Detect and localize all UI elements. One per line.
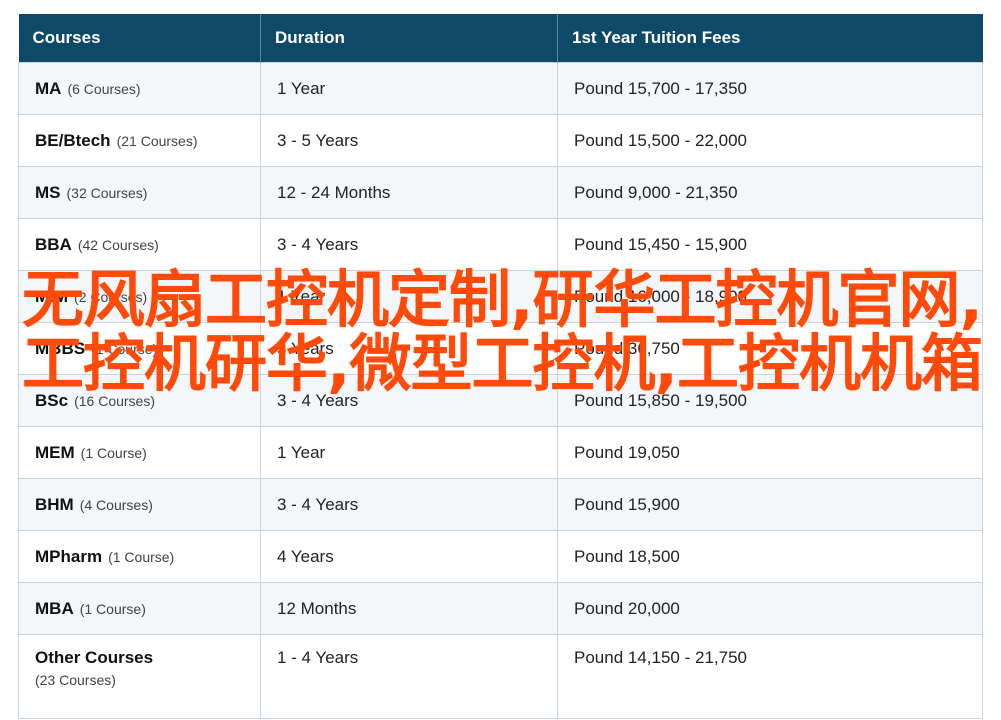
course-count: (21 Courses) (116, 132, 198, 149)
course-cell: BE/Btech (21 Courses) (18, 114, 261, 167)
course-cell: MS (32 Courses) (18, 166, 261, 219)
fees-cell: Pound 18,500 (557, 530, 983, 583)
table-row: MBA (1 Course) 12 Months Pound 20,000 (18, 582, 983, 635)
course-count: (1 Course) (108, 548, 175, 565)
table-header: Courses Duration 1st Year Tuition Fees (18, 14, 983, 63)
course-name: BHM (35, 494, 74, 514)
course-count: (4 Courses) (79, 496, 153, 513)
header-duration: Duration (260, 14, 558, 63)
course-count: (32 Courses) (66, 184, 148, 201)
table-row: BE/Btech (21 Courses) 3 - 5 Years Pound 15,… (18, 114, 983, 167)
duration-cell: 1 Year (260, 426, 558, 479)
course-count: (6 Courses) (67, 80, 141, 97)
fees-cell: Pound 15,500 - 22,000 (557, 114, 983, 167)
course-name: Other Courses (35, 648, 154, 667)
course-count: (23 Courses) (35, 672, 116, 688)
course-name: BE/Btech (35, 130, 111, 150)
table-row: Other Courses (23 Courses) 1 - 4 Years Poun… (18, 634, 983, 719)
course-cell: MPharm (1 Course) (18, 530, 261, 583)
course-count: (1 Course) (80, 444, 147, 461)
duration-cell: 3 - 5 Years (260, 114, 558, 167)
table-row: BHM (4 Courses) 3 - 4 Years Pound 15,900 (18, 478, 983, 531)
course-name: BBA (35, 234, 72, 254)
course-cell: MA (6 Courses) (18, 62, 261, 115)
header-fees: 1st Year Tuition Fees (557, 14, 983, 63)
duration-cell: 1 Year (260, 62, 558, 115)
table-row: MA (6 Courses) 1 Year Pound 15,700 - 17,350 (18, 62, 983, 115)
course-name: MBA (35, 598, 74, 618)
duration-cell: 3 - 4 Years (260, 478, 558, 531)
course-count: (1 Course) (79, 600, 146, 617)
header-courses: Courses (18, 14, 261, 63)
course-cell: BHM (4 Courses) (18, 478, 261, 531)
table-row: MPharm (1 Course) 4 Years Pound 18,500 (18, 530, 983, 583)
fees-cell: Pound 9,000 - 21,350 (557, 166, 983, 219)
fees-cell: Pound 15,700 - 17,350 (557, 62, 983, 115)
table-row: MEM (1 Course) 1 Year Pound 19,050 (18, 426, 983, 479)
course-count: (42 Courses) (77, 236, 159, 253)
fees-cell: Pound 14,150 - 21,750 (557, 634, 983, 719)
course-cell: MBA (1 Course) (18, 582, 261, 635)
course-cell: Other Courses (23 Courses) (18, 634, 261, 719)
fees-cell: Pound 20,000 (557, 582, 983, 635)
course-name: MEM (35, 442, 75, 462)
duration-cell: 12 Months (260, 582, 558, 635)
duration-cell: 12 - 24 Months (260, 166, 558, 219)
course-name: MA (35, 78, 62, 98)
fees-cell: Pound 19,050 (557, 426, 983, 479)
fees-cell: Pound 15,900 (557, 478, 983, 531)
course-cell: MEM (1 Course) (18, 426, 261, 479)
overlay-watermark-text: 无风扇工控机定制,研华工控机官网,工控机研华,微型工控机,工控机机箱 (21, 263, 983, 400)
duration-cell: 4 Years (260, 530, 558, 583)
course-name: MS (35, 182, 61, 202)
duration-cell: 1 - 4 Years (260, 634, 558, 719)
table-row: MS (32 Courses) 12 - 24 Months Pound 9,000 … (18, 166, 983, 219)
course-name: MPharm (35, 546, 103, 566)
